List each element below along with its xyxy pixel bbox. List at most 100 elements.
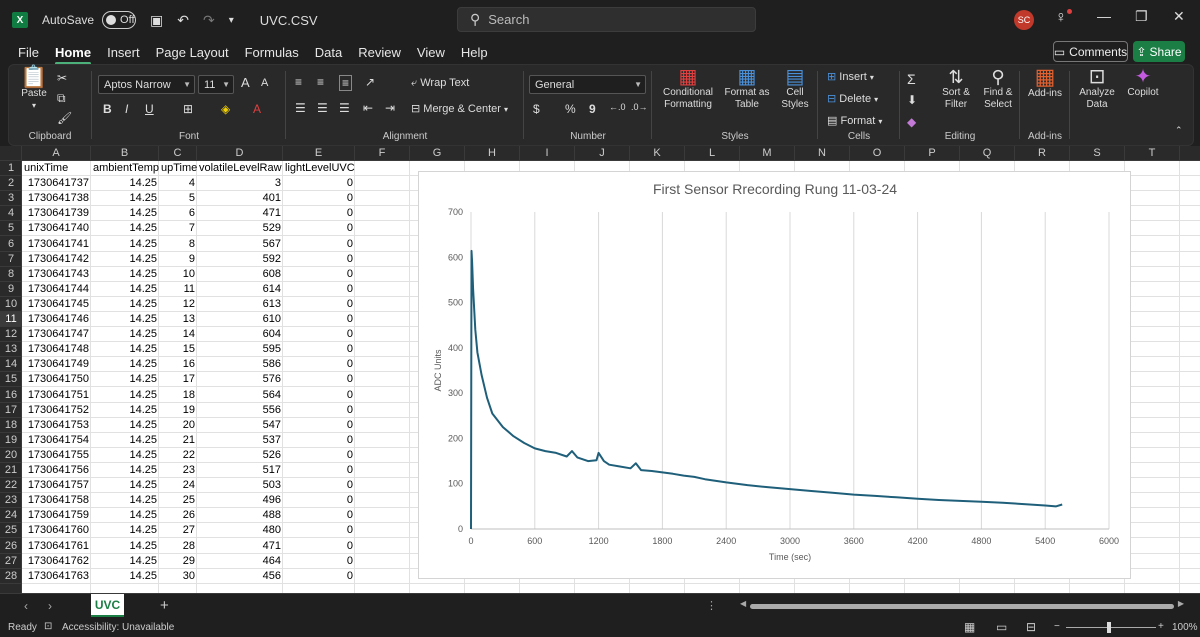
comments-button[interactable]: ▭ Comments bbox=[1053, 41, 1128, 62]
table-cell[interactable]: 14.25 bbox=[91, 206, 159, 221]
table-cell[interactable]: 480 bbox=[197, 523, 283, 538]
table-cell[interactable]: 5 bbox=[159, 191, 197, 206]
table-cell[interactable]: 29 bbox=[159, 554, 197, 569]
accessibility-status[interactable]: Accessibility: Unavailable bbox=[62, 622, 174, 633]
table-cell[interactable]: 464 bbox=[197, 554, 283, 569]
row-header[interactable]: 18 bbox=[0, 418, 21, 433]
select-all-corner[interactable] bbox=[0, 146, 22, 161]
tab-file[interactable]: File bbox=[18, 45, 39, 60]
table-cell[interactable]: 14.25 bbox=[91, 493, 159, 508]
table-cell[interactable]: 1730641759 bbox=[22, 508, 91, 523]
table-cell[interactable]: 1730641748 bbox=[22, 342, 91, 357]
column-header[interactable]: A bbox=[22, 146, 91, 161]
row-header[interactable]: 11 bbox=[0, 312, 21, 327]
table-cell[interactable]: 526 bbox=[197, 448, 283, 463]
customize-quick-access-icon[interactable]: ▾ bbox=[229, 15, 234, 26]
table-cell[interactable]: 1730641740 bbox=[22, 221, 91, 236]
cell-styles-button[interactable]: ▤ Cell Styles bbox=[775, 67, 815, 111]
table-cell[interactable]: 0 bbox=[283, 297, 355, 312]
row-header[interactable]: 6 bbox=[0, 237, 21, 252]
table-cell[interactable]: 17 bbox=[159, 372, 197, 387]
table-cell[interactable]: 0 bbox=[283, 312, 355, 327]
table-cell[interactable]: 556 bbox=[197, 403, 283, 418]
table-cell[interactable]: 1730641738 bbox=[22, 191, 91, 206]
table-cell[interactable]: 6 bbox=[159, 206, 197, 221]
merge-center-button[interactable]: ⊟ Merge & Center ▾ bbox=[411, 103, 508, 116]
comma-style-button[interactable]: 9 bbox=[589, 102, 596, 116]
conditional-formatting-button[interactable]: ▦ Conditional Formatting bbox=[657, 67, 719, 111]
minimize-icon[interactable]: — bbox=[1097, 8, 1111, 24]
column-header[interactable]: L bbox=[685, 146, 740, 161]
clear-icon[interactable]: ◆ bbox=[907, 115, 916, 129]
page-break-view-icon[interactable]: ⊟ bbox=[1026, 620, 1036, 634]
table-cell[interactable]: 547 bbox=[197, 418, 283, 433]
table-cell[interactable]: 14.25 bbox=[91, 191, 159, 206]
save-icon[interactable]: ▣ bbox=[150, 12, 163, 29]
table-cell[interactable]: 471 bbox=[197, 206, 283, 221]
row-header[interactable]: 16 bbox=[0, 388, 21, 403]
column-header[interactable]: E bbox=[283, 146, 355, 161]
page-layout-view-icon[interactable]: ▭ bbox=[996, 620, 1007, 634]
table-cell[interactable]: 14.25 bbox=[91, 342, 159, 357]
table-cell[interactable]: 1730641746 bbox=[22, 312, 91, 327]
table-cell[interactable]: 7 bbox=[159, 221, 197, 236]
align-left-icon[interactable]: ☰ bbox=[295, 101, 306, 115]
tab-data[interactable]: Data bbox=[315, 45, 342, 60]
table-cell[interactable]: 0 bbox=[283, 539, 355, 554]
increase-indent-icon[interactable]: ⇥ bbox=[385, 101, 395, 115]
scrollbar-thumb[interactable] bbox=[750, 604, 1174, 609]
fill-color-icon[interactable]: ◈ bbox=[221, 102, 230, 116]
table-cell[interactable]: 0 bbox=[283, 252, 355, 267]
column-header[interactable]: K bbox=[630, 146, 685, 161]
table-cell[interactable]: 496 bbox=[197, 493, 283, 508]
table-cell[interactable]: 456 bbox=[197, 569, 283, 584]
table-cell[interactable]: 0 bbox=[283, 403, 355, 418]
table-cell[interactable]: 14.25 bbox=[91, 508, 159, 523]
table-cell[interactable]: 14.25 bbox=[91, 237, 159, 252]
table-cell[interactable]: 18 bbox=[159, 388, 197, 403]
orientation-icon[interactable]: ↗ bbox=[365, 75, 375, 89]
table-cell[interactable]: 564 bbox=[197, 388, 283, 403]
increase-decimal-icon[interactable]: ←.0 bbox=[609, 102, 626, 112]
table-cell[interactable]: 0 bbox=[283, 191, 355, 206]
table-cell[interactable]: 21 bbox=[159, 433, 197, 448]
table-cell[interactable]: 614 bbox=[197, 282, 283, 297]
table-cell[interactable]: 0 bbox=[283, 478, 355, 493]
table-cell[interactable]: 529 bbox=[197, 221, 283, 236]
horizontal-scrollbar[interactable]: ◀ ▶ bbox=[740, 599, 1184, 611]
column-header[interactable]: P bbox=[905, 146, 960, 161]
table-cell[interactable]: 0 bbox=[283, 463, 355, 478]
format-cells-button[interactable]: ▤ Format ▾ bbox=[827, 115, 882, 128]
underline-button[interactable]: U bbox=[145, 102, 154, 116]
cut-icon[interactable]: ✂ bbox=[57, 71, 67, 85]
column-header[interactable]: S bbox=[1070, 146, 1125, 161]
table-cell[interactable]: 24 bbox=[159, 478, 197, 493]
tab-view[interactable]: View bbox=[417, 45, 445, 60]
table-cell[interactable]: 1730641753 bbox=[22, 418, 91, 433]
column-title-cell[interactable]: unixTime bbox=[22, 161, 91, 176]
table-cell[interactable]: 1730641762 bbox=[22, 554, 91, 569]
table-cell[interactable]: 14.25 bbox=[91, 448, 159, 463]
table-cell[interactable]: 14.25 bbox=[91, 327, 159, 342]
row-header[interactable]: 20 bbox=[0, 448, 21, 463]
row-header[interactable]: 14 bbox=[0, 357, 21, 372]
align-center-icon[interactable]: ☰ bbox=[317, 101, 328, 115]
table-cell[interactable]: 0 bbox=[283, 448, 355, 463]
zoom-level[interactable]: 100% bbox=[1172, 622, 1198, 633]
line-chart[interactable]: First Sensor Rrecording Rung 11-03-24 0 60… bbox=[418, 171, 1131, 579]
normal-view-icon[interactable]: ▦ bbox=[964, 620, 975, 634]
table-cell[interactable]: 8 bbox=[159, 237, 197, 252]
table-cell[interactable]: 488 bbox=[197, 508, 283, 523]
decrease-indent-icon[interactable]: ⇤ bbox=[363, 101, 373, 115]
table-cell[interactable]: 1730641742 bbox=[22, 252, 91, 267]
row-header[interactable]: 25 bbox=[0, 523, 21, 538]
tab-home[interactable]: Home bbox=[54, 45, 92, 65]
table-cell[interactable]: 14.25 bbox=[91, 403, 159, 418]
font-color-icon[interactable]: A bbox=[253, 102, 261, 116]
table-cell[interactable]: 604 bbox=[197, 327, 283, 342]
row-header[interactable]: 10 bbox=[0, 297, 21, 312]
table-cell[interactable]: 14.25 bbox=[91, 569, 159, 584]
table-cell[interactable]: 9 bbox=[159, 252, 197, 267]
table-cell[interactable]: 11 bbox=[159, 282, 197, 297]
table-cell[interactable]: 0 bbox=[283, 221, 355, 236]
